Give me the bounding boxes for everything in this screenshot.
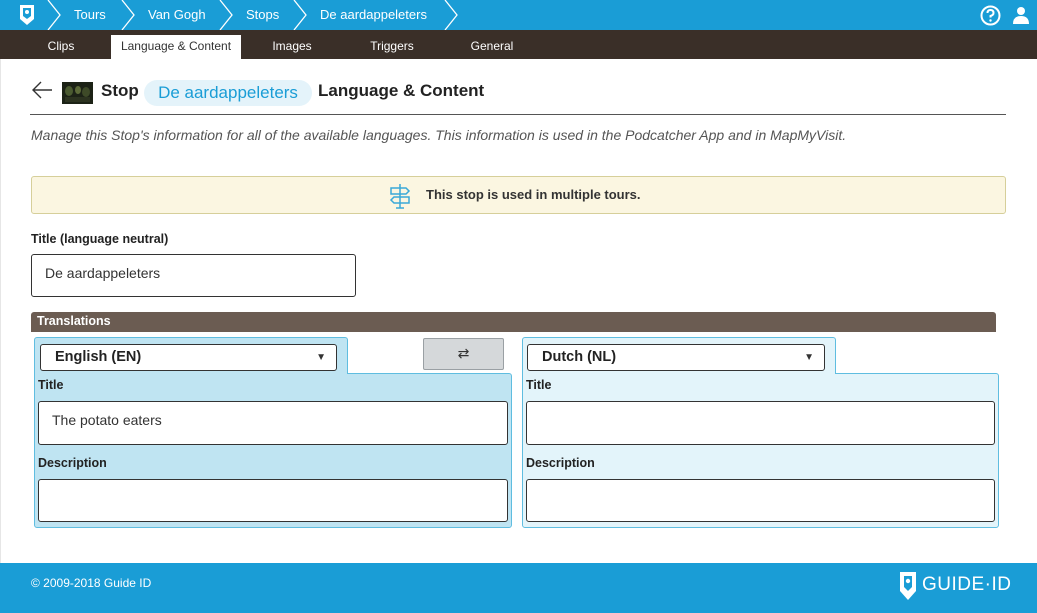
- guide-id-logo-icon[interactable]: [898, 571, 918, 601]
- breadcrumb-van-gogh[interactable]: Van Gogh: [148, 0, 206, 30]
- neutral-title-field[interactable]: De aardappeleters: [31, 254, 356, 297]
- tab-images[interactable]: Images: [260, 35, 324, 59]
- breadcrumb-separator-icon: [47, 0, 61, 30]
- top-navigation-bar: Tours Van Gogh Stops De aardappeleters: [0, 0, 1037, 30]
- page-title-prefix: Stop: [101, 81, 139, 100]
- translations-header: Translations: [31, 312, 996, 332]
- user-icon[interactable]: [1012, 6, 1030, 24]
- breadcrumb-current-stop[interactable]: De aardappeleters: [320, 0, 427, 30]
- right-title-label: Title: [526, 378, 552, 392]
- brand-wordmark: GUIDE·ID: [922, 574, 1012, 595]
- swap-arrows-icon: ⇄: [457, 346, 470, 362]
- right-title-field[interactable]: [526, 401, 995, 445]
- section-tabs: Clips Language & Content Images Triggers…: [0, 30, 1037, 59]
- back-arrow-icon[interactable]: [30, 78, 54, 102]
- help-icon[interactable]: [980, 5, 1001, 26]
- tab-language-content[interactable]: Language & Content: [111, 35, 241, 59]
- dropdown-caret-icon: ▼: [316, 352, 326, 363]
- breadcrumb-separator-icon: [293, 0, 307, 30]
- copyright-text: © 2009-2018 Guide ID: [31, 576, 152, 590]
- breadcrumb-tours[interactable]: Tours: [74, 0, 106, 30]
- title-divider: [30, 114, 1006, 115]
- right-language-select[interactable]: Dutch (NL) ▼: [527, 344, 825, 371]
- page-footer: © 2009-2018 Guide ID GUIDE·ID: [0, 563, 1037, 613]
- breadcrumb-separator-icon: [219, 0, 233, 30]
- translations-heading: Translations: [37, 314, 111, 328]
- tab-triggers[interactable]: Triggers: [358, 35, 426, 59]
- multiple-tours-notice: This stop is used in multiple tours.: [31, 176, 1006, 214]
- notice-text: This stop is used in multiple tours.: [426, 187, 641, 202]
- right-description-field[interactable]: [526, 479, 995, 522]
- page-description: Manage this Stop's information for all o…: [31, 127, 847, 143]
- breadcrumb-stops[interactable]: Stops: [246, 0, 279, 30]
- tab-general[interactable]: General: [460, 35, 524, 59]
- dropdown-caret-icon: ▼: [804, 352, 814, 363]
- tab-clips[interactable]: Clips: [30, 35, 92, 59]
- content-border: [0, 59, 1, 564]
- left-language-value: English (EN): [55, 349, 142, 365]
- left-description-field[interactable]: [38, 479, 508, 522]
- stop-name-badge: De aardappeleters: [144, 80, 312, 106]
- neutral-title-label: Title (language neutral): [31, 232, 169, 246]
- guide-id-logo-icon[interactable]: [18, 4, 36, 26]
- left-language-select[interactable]: English (EN) ▼: [40, 344, 337, 371]
- breadcrumb-separator-icon: [121, 0, 135, 30]
- stop-thumbnail: [62, 82, 93, 104]
- left-description-label: Description: [38, 456, 107, 470]
- page-title-suffix: Language & Content: [318, 81, 485, 100]
- right-description-label: Description: [526, 456, 595, 470]
- swap-languages-button[interactable]: ⇄: [423, 338, 504, 370]
- breadcrumb-separator-icon: [444, 0, 458, 30]
- left-title-field[interactable]: The potato eaters: [38, 401, 508, 445]
- right-language-value: Dutch (NL): [542, 349, 617, 365]
- signpost-icon: [389, 184, 411, 209]
- left-title-label: Title: [38, 378, 64, 392]
